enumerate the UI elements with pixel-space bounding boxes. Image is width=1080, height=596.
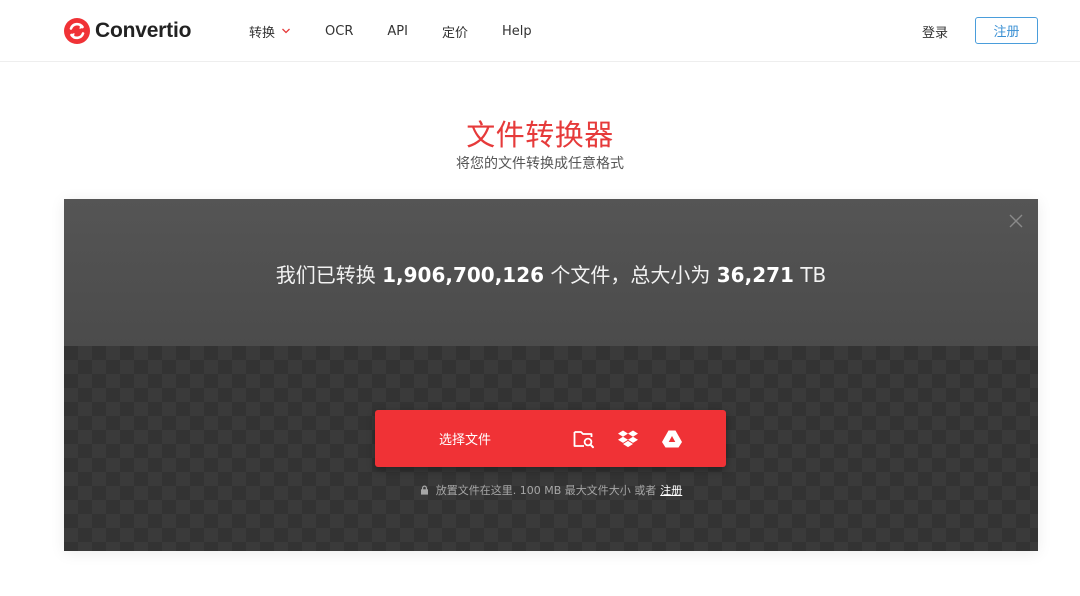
google-drive-icon[interactable]: [657, 424, 687, 454]
folder-search-icon[interactable]: [569, 424, 599, 454]
stats-banner: 我们已转换 1,906,700,126 个文件，总大小为 36,271 TB: [64, 199, 1038, 346]
folder-search-icon-svg: [573, 430, 594, 448]
nav-item-ocr[interactable]: OCR: [325, 24, 353, 39]
nav-item-pricing[interactable]: 定价: [442, 22, 468, 41]
file-drop-zone[interactable]: 选择文件 放置文件在这里. 100 MB 最大文件大小 或者 注册: [64, 346, 1038, 551]
nav-item-label: OCR: [325, 23, 354, 39]
login-link[interactable]: 登录: [922, 22, 948, 41]
page-subtitle: 将您的文件转换成任意格式: [456, 156, 624, 172]
stats-prefix: 我们已转换: [275, 263, 376, 287]
google-drive-icon-svg: [662, 430, 682, 447]
lock-icon: [420, 485, 428, 495]
choose-files-button[interactable]: 选择文件: [375, 410, 555, 467]
nav-item-label: Help: [501, 23, 532, 39]
upload-bar: 选择文件: [375, 410, 726, 467]
stats-files-count: 1,906,700,126: [382, 263, 545, 287]
logo-text: Convertio: [95, 19, 192, 42]
stats-middle: 个文件，总大小为: [550, 263, 711, 287]
nav-item-label: 定价: [441, 25, 468, 41]
drop-hint-text: 放置文件在这里. 100 MB 最大文件大小 或者: [435, 484, 657, 497]
chevron-down-icon: [282, 28, 290, 34]
nav-item-help[interactable]: Help: [502, 24, 532, 39]
nav-item-label: API: [387, 23, 408, 39]
nav-item-api[interactable]: API: [387, 24, 408, 39]
stats-unit: TB: [800, 263, 827, 287]
nav-item-label: 转换: [249, 25, 276, 41]
convertio-logo-icon: [64, 18, 90, 44]
dropbox-icon[interactable]: [613, 424, 643, 454]
drop-hint: 放置文件在这里. 100 MB 最大文件大小 或者 注册: [64, 482, 1038, 498]
close-icon[interactable]: [1009, 214, 1023, 228]
dropbox-icon-svg: [618, 430, 638, 447]
top-header: Convertio 转换 OCR API 定价 Help 登录 注册: [0, 0, 1080, 62]
page-title: 文件转换器: [466, 118, 614, 152]
logo[interactable]: Convertio: [64, 17, 191, 45]
hint-signup-link[interactable]: 注册: [660, 482, 682, 498]
converter-panel: 我们已转换 1,906,700,126 个文件，总大小为 36,271 TB 选…: [64, 199, 1038, 551]
nav-item-convert[interactable]: 转换: [249, 22, 291, 41]
stats-total-size: 36,271: [716, 263, 794, 287]
signup-button[interactable]: 注册: [975, 17, 1038, 44]
main-nav: 转换 OCR API 定价 Help: [249, 22, 566, 41]
stats-text: 我们已转换 1,906,700,126 个文件，总大小为 36,271 TB: [64, 259, 1038, 288]
